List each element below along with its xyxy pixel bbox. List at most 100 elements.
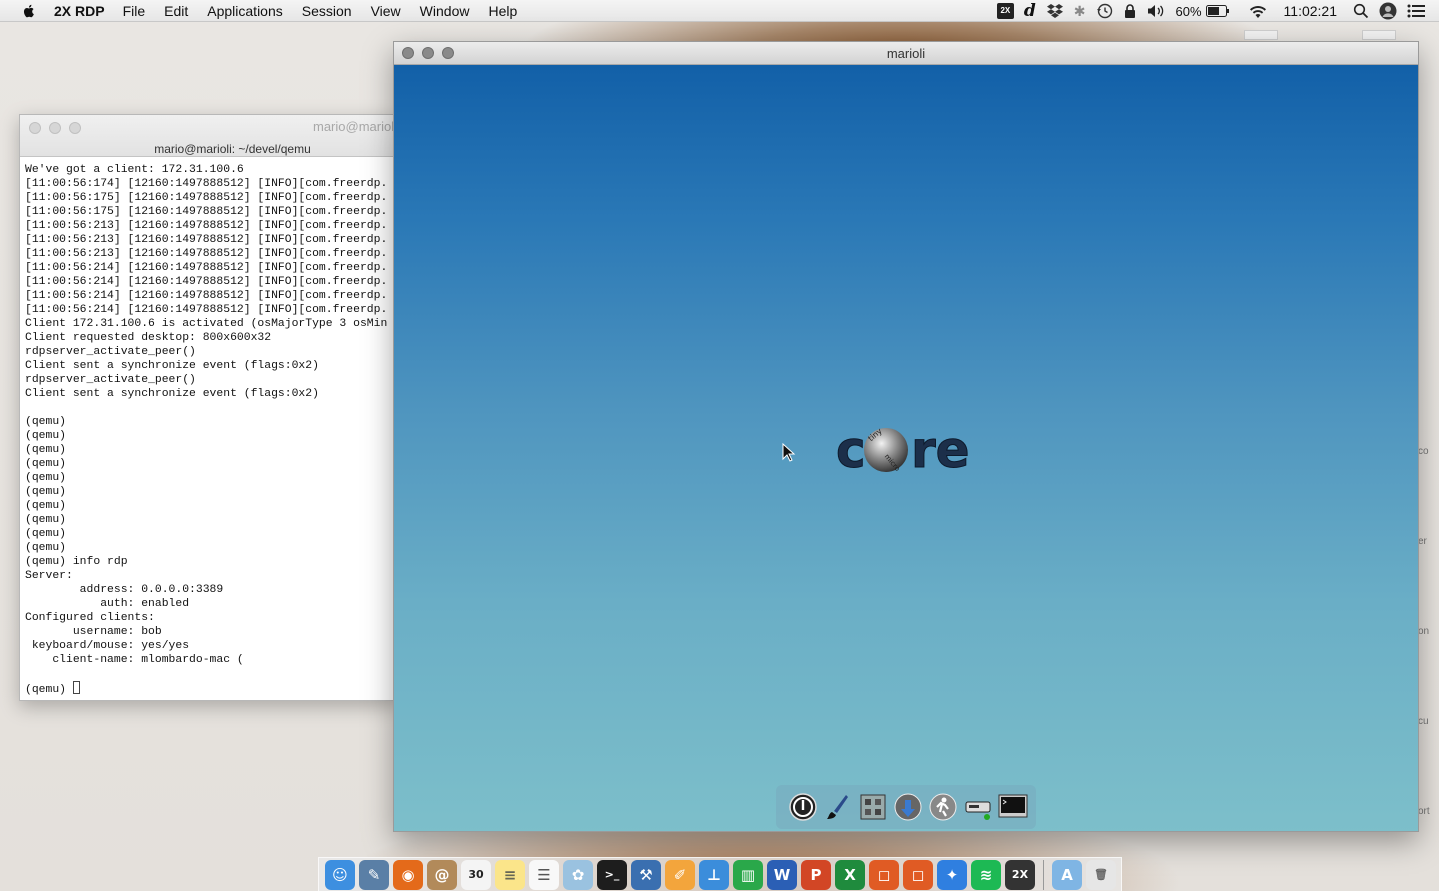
- mount-tool-icon[interactable]: [963, 792, 993, 822]
- terminal-prompt-line[interactable]: (qemu): [25, 681, 387, 697]
- calendar-icon[interactable]: 30: [461, 859, 491, 890]
- terminal-line: (qemu): [25, 542, 67, 554]
- rdp-window-title: marioli: [886, 46, 926, 61]
- desktop-label: co: [1418, 446, 1429, 457]
- contacts-icon[interactable]: @: [427, 859, 457, 890]
- 2x-status-icon[interactable]: 2X: [996, 0, 1014, 22]
- desktop-label: on: [1418, 626, 1430, 637]
- menu-view[interactable]: View: [371, 3, 401, 19]
- desktop-label: ort: [1418, 806, 1430, 817]
- safari-icon[interactable]: ✦: [937, 859, 967, 890]
- terminal-line: Client sent a synchronize event (flags:0…: [25, 360, 319, 372]
- notification-center-icon[interactable]: [1407, 0, 1425, 22]
- terminal-output[interactable]: We've got a client: 172.31.100.6 [11:00:5…: [25, 163, 387, 697]
- applications-folder-icon[interactable]: A: [1052, 859, 1082, 890]
- menu-session[interactable]: Session: [302, 3, 352, 19]
- terminal-tab-title[interactable]: mario@marioli: ~/devel/qemu: [20, 142, 399, 156]
- run-icon[interactable]: [928, 792, 958, 822]
- desktop-file-icon[interactable]: [1362, 30, 1396, 40]
- firefox-icon[interactable]: ◉: [393, 859, 423, 890]
- battery-icon[interactable]: [1205, 0, 1230, 22]
- menu-edit[interactable]: Edit: [164, 3, 188, 19]
- terminal-line: rdpserver_activate_peer(): [25, 374, 196, 386]
- terminal-app-icon[interactable]: >_: [597, 859, 627, 890]
- powerpoint-icon[interactable]: P: [801, 859, 831, 890]
- office-icon-2[interactable]: ◻: [903, 859, 933, 890]
- pages-icon[interactable]: ✐: [665, 859, 695, 890]
- zoom-button[interactable]: [69, 122, 81, 134]
- word-icon[interactable]: W: [767, 859, 797, 890]
- dropbox-icon[interactable]: [1046, 0, 1064, 22]
- xcode-icon[interactable]: ⚒: [631, 859, 661, 890]
- terminal-line: Server:: [25, 570, 73, 582]
- menu-help[interactable]: Help: [488, 3, 517, 19]
- terminal-line: [11:00:56:214] [12160:1497888512] [INFO]…: [25, 304, 388, 316]
- terminal-line: Client sent a synchronize event (flags:0…: [25, 388, 319, 400]
- terminal-line: (qemu): [25, 430, 67, 442]
- terminal-line: [11:00:56:214] [12160:1497888512] [INFO]…: [25, 262, 388, 274]
- photos-icon[interactable]: ✿: [563, 859, 593, 890]
- finder-icon[interactable]: ☺: [325, 859, 355, 890]
- terminal-line: [11:00:56:175] [12160:1497888512] [INFO]…: [25, 206, 388, 218]
- spotify-icon[interactable]: ≋: [971, 859, 1001, 890]
- terminal-line: [11:00:56:213] [12160:1497888512] [INFO]…: [25, 234, 388, 246]
- mouse-pointer-icon: [782, 443, 796, 462]
- preview-icon[interactable]: ✎: [359, 859, 389, 890]
- numbers-icon[interactable]: ▥: [733, 859, 763, 890]
- terminal-line: [11:00:56:214] [12160:1497888512] [INFO]…: [25, 276, 388, 288]
- clock[interactable]: 11:02:21: [1284, 0, 1337, 22]
- terminal-window[interactable]: mario@marioli mario@marioli: ~/devel/qem…: [19, 114, 399, 701]
- terminal-line: [11:00:56:213] [12160:1497888512] [INFO]…: [25, 248, 388, 260]
- terminal-line: username: bob: [25, 626, 162, 638]
- trash-icon[interactable]: 🗑: [1086, 859, 1116, 890]
- terminal-prompt: (qemu): [25, 684, 73, 696]
- terminal-window-title: mario@marioli: [313, 119, 397, 134]
- notes-icon[interactable]: ≡: [495, 859, 525, 890]
- terminal-line: keyboard/mouse: yes/yes: [25, 640, 190, 652]
- user-account-icon[interactable]: [1379, 0, 1397, 22]
- 2x-rdp-icon[interactable]: 2X: [1005, 859, 1035, 890]
- wifi-icon[interactable]: [1248, 0, 1268, 22]
- spotlight-search-icon[interactable]: [1353, 0, 1369, 22]
- terminal-line: [11:00:56:213] [12160:1497888512] [INFO]…: [25, 220, 388, 232]
- rdp-titlebar[interactable]: marioli: [394, 42, 1418, 65]
- office-icon-1[interactable]: ◻: [869, 859, 899, 890]
- control-panel-icon[interactable]: [858, 792, 888, 822]
- menu-bar: 2X RDP File Edit Applications Session Vi…: [0, 0, 1439, 22]
- app-menu-2x-rdp[interactable]: 2X RDP: [54, 3, 105, 19]
- remote-desktop[interactable]: c re tiny micro: [394, 65, 1418, 831]
- dictionary-icon[interactable]: d: [1024, 0, 1036, 22]
- terminal-line: rdpserver_activate_peer(): [25, 346, 196, 358]
- wbar-launcher: [776, 785, 1036, 829]
- terminal-line: (qemu): [25, 444, 67, 456]
- keynote-icon[interactable]: ⊥: [699, 859, 729, 890]
- bluetooth-grayed-icon[interactable]: ✱: [1074, 0, 1086, 22]
- desktop-label: er: [1418, 536, 1427, 547]
- reminders-icon[interactable]: ☰: [529, 859, 559, 890]
- excel-icon[interactable]: X: [835, 859, 865, 890]
- terminal-line: [11:00:56:175] [12160:1497888512] [INFO]…: [25, 192, 388, 204]
- menu-window[interactable]: Window: [420, 3, 470, 19]
- time-machine-icon[interactable]: [1096, 0, 1114, 22]
- terminal-titlebar[interactable]: mario@marioli mario@marioli: ~/devel/qem…: [20, 115, 399, 157]
- terminal-line: Client requested desktop: 800x600x32: [25, 332, 272, 344]
- apple-icon[interactable]: [21, 3, 37, 19]
- status-menus: 2X d ✱ 60% 11:02:21: [996, 0, 1439, 22]
- rdp-session-window[interactable]: marioli c re tiny micro: [393, 41, 1419, 832]
- menu-applications[interactable]: Applications: [207, 3, 283, 19]
- menu-file[interactable]: File: [123, 3, 146, 19]
- terminal-line: We've got a client: 172.31.100.6: [25, 164, 244, 176]
- apps-install-icon[interactable]: [893, 792, 923, 822]
- dock: ☺ ✎ ◉ @30 ≡ ☰ ✿ >_ ⚒ ✐ ⊥ ▥ W P X ◻ ◻ ✦ ≋ 2X A 🗑: [318, 857, 1122, 891]
- desktop-file-icon[interactable]: [1244, 30, 1278, 40]
- minimize-button[interactable]: [49, 122, 61, 134]
- volume-icon[interactable]: [1146, 0, 1166, 22]
- terminal-line: address: 0.0.0.0:3389: [25, 584, 224, 596]
- power-icon[interactable]: [788, 792, 818, 822]
- paint-brush-icon[interactable]: [823, 792, 853, 822]
- battery-percent[interactable]: 60%: [1176, 0, 1202, 22]
- terminal-icon[interactable]: [998, 792, 1028, 822]
- lock-icon[interactable]: [1124, 0, 1136, 22]
- close-button[interactable]: [29, 122, 41, 134]
